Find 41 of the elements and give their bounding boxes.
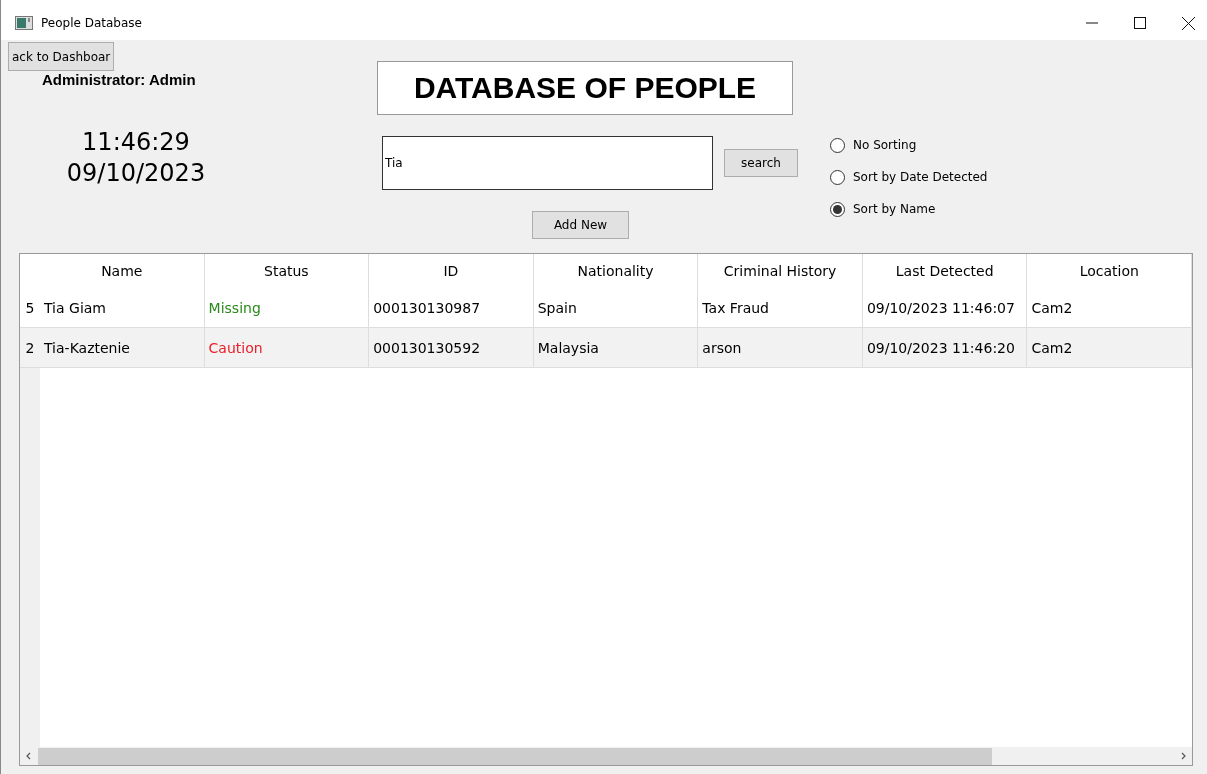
- table-cell: Missing: [204, 288, 370, 327]
- column-header[interactable]: Location: [1027, 254, 1192, 288]
- radio-label[interactable]: No Sorting: [853, 138, 917, 152]
- table-cell: Spain: [533, 288, 699, 327]
- table-cell: Tia Giam: [40, 288, 205, 327]
- radio-button[interactable]: [830, 137, 845, 153]
- table-cell: 000130130987: [369, 288, 534, 327]
- search-button[interactable]: search: [724, 149, 798, 177]
- table-cell: Malaysia: [533, 328, 699, 367]
- column-header[interactable]: Criminal History: [698, 254, 863, 288]
- search-field[interactable]: Tia: [382, 136, 713, 190]
- admin-label: Administrator: Admin: [42, 71, 197, 88]
- clock-time: 11:46:29: [82, 127, 190, 158]
- radio-button[interactable]: [830, 169, 845, 185]
- radio-label[interactable]: Sort by Date Detected: [853, 170, 988, 184]
- add-new-button[interactable]: Add New: [532, 211, 629, 239]
- radio-button[interactable]: [830, 201, 845, 217]
- clock-date: 09/10/2023: [66, 158, 206, 189]
- table-cell: Cam2: [1027, 288, 1192, 327]
- column-header[interactable]: Last Detected: [862, 254, 1028, 288]
- window-title: People Database: [41, 16, 142, 30]
- column-header[interactable]: Name: [40, 254, 205, 288]
- table-cell: 000130130592: [369, 328, 534, 367]
- table-cell: arson: [698, 328, 863, 367]
- close-icon[interactable]: [1182, 16, 1195, 30]
- table-cell: 09/10/2023 11:46:20: [862, 328, 1028, 367]
- horizontal-scrollbar[interactable]: [20, 747, 1192, 765]
- page-title: DATABASE OF PEOPLE: [377, 61, 793, 115]
- table-cell: Tia-Kaztenie: [40, 328, 205, 367]
- table-cell: Tax Fraud: [698, 288, 863, 327]
- row-number: 5: [24, 298, 36, 318]
- back-button[interactable]: ack to Dashboar: [8, 42, 114, 71]
- column-header[interactable]: Status: [204, 254, 370, 288]
- app-icon: [15, 16, 33, 30]
- table-cell: Caution: [204, 328, 370, 367]
- table-cell: Cam2: [1027, 328, 1192, 367]
- table-cell: 09/10/2023 11:46:07: [862, 288, 1028, 327]
- maximize-icon[interactable]: [1134, 17, 1146, 29]
- column-header[interactable]: Nationality: [533, 254, 699, 288]
- radio-label[interactable]: Sort by Name: [853, 202, 936, 216]
- column-header[interactable]: ID: [369, 254, 534, 288]
